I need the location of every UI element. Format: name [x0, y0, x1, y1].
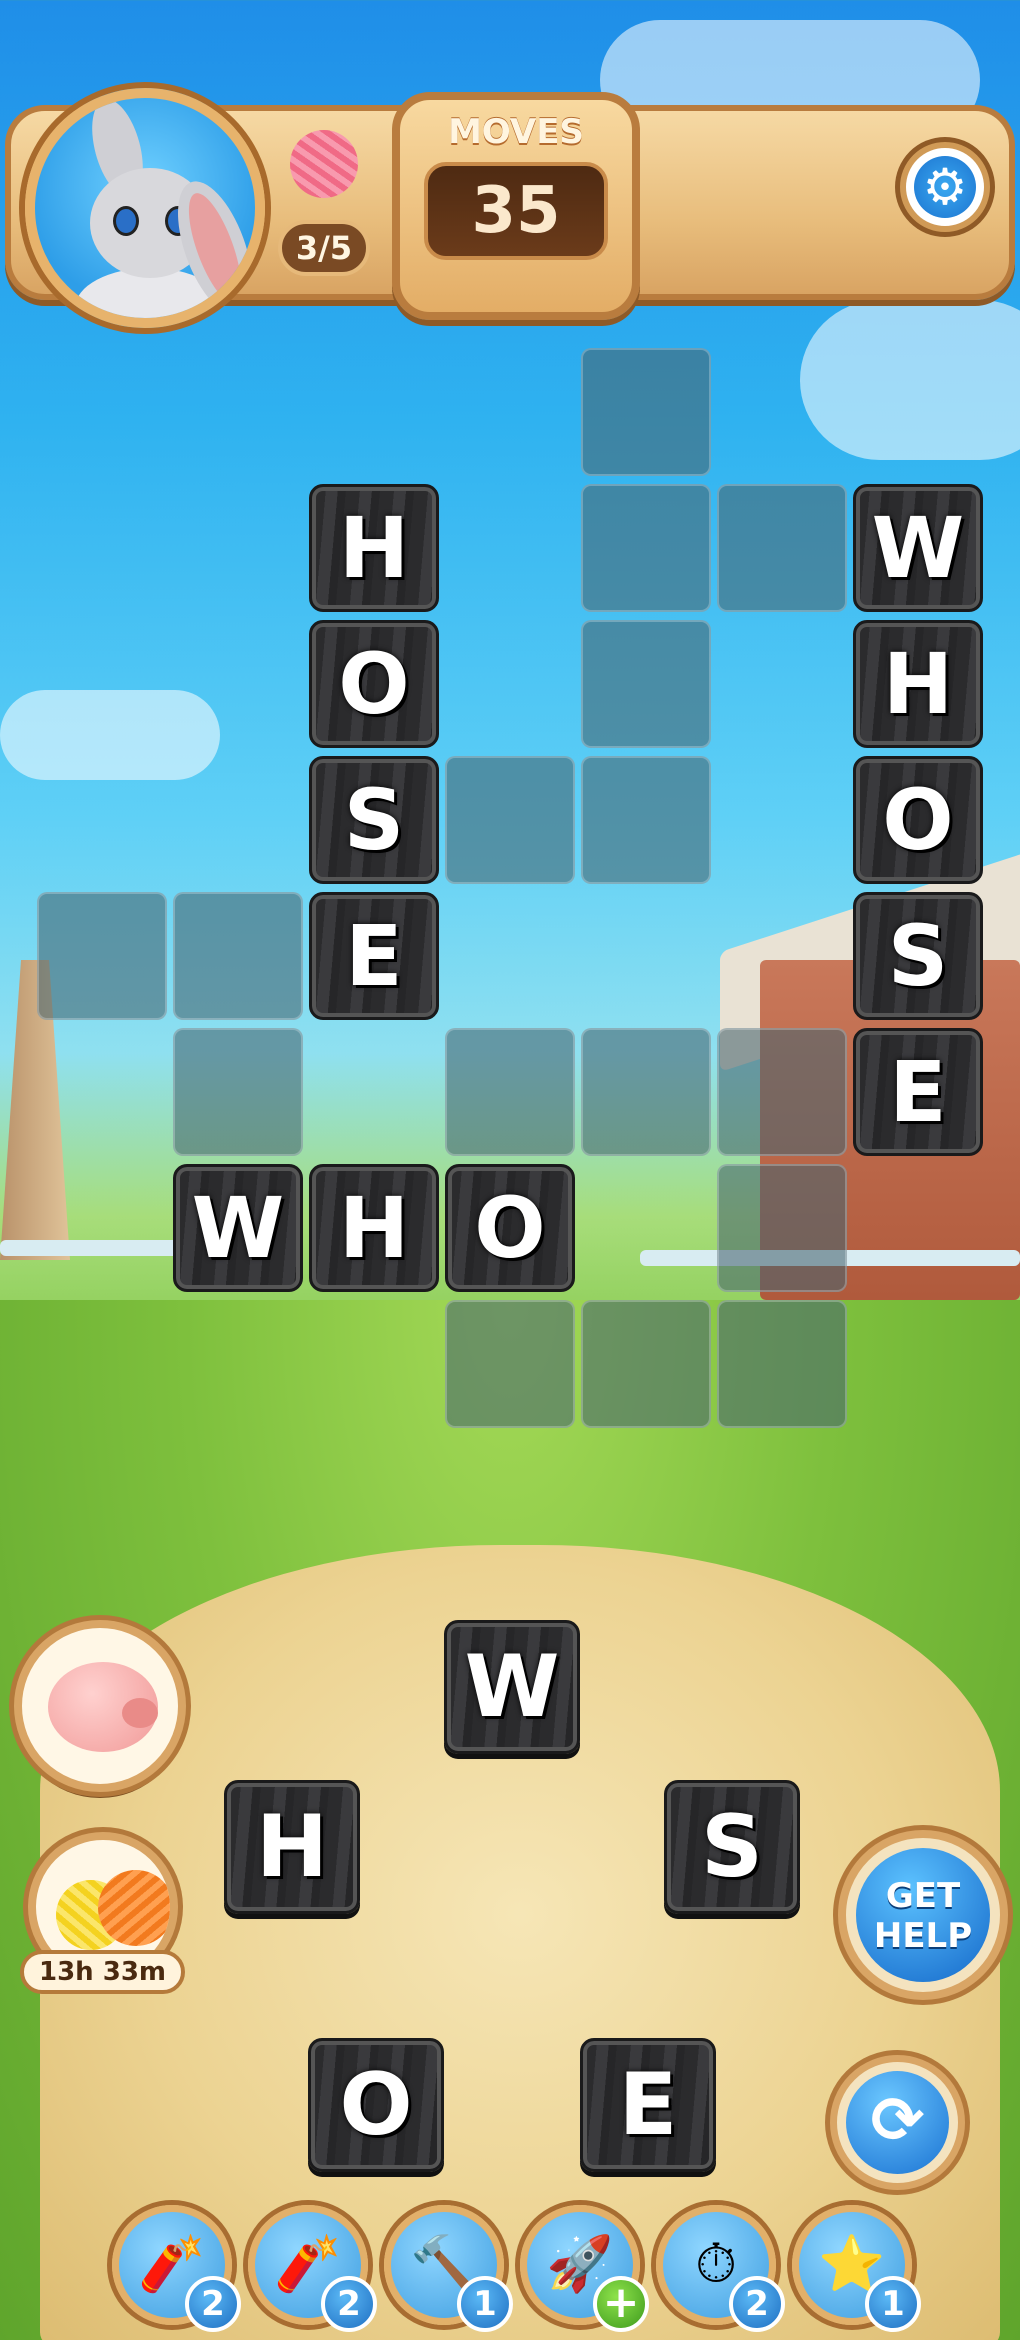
letter-tile: E: [309, 892, 439, 1020]
booster-count: 1: [457, 2276, 513, 2332]
empty-cell: [717, 1028, 847, 1156]
booster-dynamite[interactable]: 🧨 2: [248, 2205, 377, 2332]
settings-button[interactable]: ⚙: [900, 142, 990, 232]
booster-count: 2: [729, 2276, 785, 2332]
bunny-avatar[interactable]: [25, 88, 265, 328]
letter-tile: W: [173, 1164, 303, 1292]
letter-tile: O: [853, 756, 983, 884]
get-help-label-line1: GET: [885, 1876, 961, 1916]
booster-count: 2: [185, 2276, 241, 2332]
booster-firecracker[interactable]: 🧨 2: [112, 2205, 241, 2332]
empty-cell: [581, 620, 711, 748]
empty-cell: [37, 892, 167, 1020]
letter-tile: O: [445, 1164, 575, 1292]
booster-rocket[interactable]: 🚀 +: [520, 2205, 649, 2332]
moves-panel: MOVES 35: [392, 92, 640, 320]
moves-counter: 35: [424, 162, 608, 260]
empty-cell: [581, 484, 711, 612]
cloud: [800, 300, 1020, 460]
letter-tile: H: [309, 1164, 439, 1292]
booster-magic-wand[interactable]: ⭐ 1: [792, 2205, 921, 2332]
empty-cell: [445, 1028, 575, 1156]
shuffle-icon: ⟳: [846, 2071, 949, 2174]
shuffle-button[interactable]: ⟳: [830, 2055, 965, 2190]
moves-value: 35: [471, 174, 561, 248]
goal-progress: 3/5: [278, 220, 370, 276]
empty-cell: [717, 1300, 847, 1428]
empty-cell: [717, 484, 847, 612]
wheel-letter-w[interactable]: W: [444, 1620, 580, 1754]
get-help-label: GET HELP: [856, 1848, 990, 1982]
booster-count: 2: [321, 2276, 377, 2332]
add-booster-plus: +: [593, 2276, 649, 2332]
empty-cell: [581, 756, 711, 884]
booster-hammer[interactable]: 🔨 1: [384, 2205, 513, 2332]
letter-tile: E: [853, 1028, 983, 1156]
yarn-offer-timer: 13h 33m: [20, 1950, 185, 1994]
empty-cell: [717, 1164, 847, 1292]
get-help-label-line2: HELP: [873, 1916, 973, 1956]
wheel-letter-h[interactable]: H: [224, 1780, 360, 1914]
moves-label: MOVES: [448, 112, 584, 152]
letter-tile: H: [309, 484, 439, 612]
booster-stopwatch[interactable]: ⏱ 2: [656, 2205, 785, 2332]
letter-tile: O: [309, 620, 439, 748]
empty-cell: [445, 756, 575, 884]
get-help-button[interactable]: GET HELP: [838, 1830, 1008, 2000]
piggy-bank-button[interactable]: [14, 1620, 186, 1792]
wheel-letter-s[interactable]: S: [664, 1780, 800, 1914]
wheel-letter-e[interactable]: E: [580, 2038, 716, 2172]
empty-cell: [173, 892, 303, 1020]
yarn-balls-icon: [98, 1870, 170, 1946]
bunny-eye: [113, 206, 139, 236]
cloud: [0, 690, 220, 780]
wheel-letter-o[interactable]: O: [308, 2038, 444, 2172]
gear-icon: ⚙: [914, 156, 976, 218]
yarn-ball-icon: [290, 130, 358, 198]
letter-tile: S: [853, 892, 983, 1020]
empty-cell: [581, 348, 711, 476]
pig-snout: [122, 1698, 158, 1728]
empty-cell: [581, 1300, 711, 1428]
empty-cell: [445, 1300, 575, 1428]
empty-cell: [581, 1028, 711, 1156]
letter-tile: S: [309, 756, 439, 884]
letter-tile: W: [853, 484, 983, 612]
letter-tile: H: [853, 620, 983, 748]
booster-count: 1: [865, 2276, 921, 2332]
empty-cell: [173, 1028, 303, 1156]
